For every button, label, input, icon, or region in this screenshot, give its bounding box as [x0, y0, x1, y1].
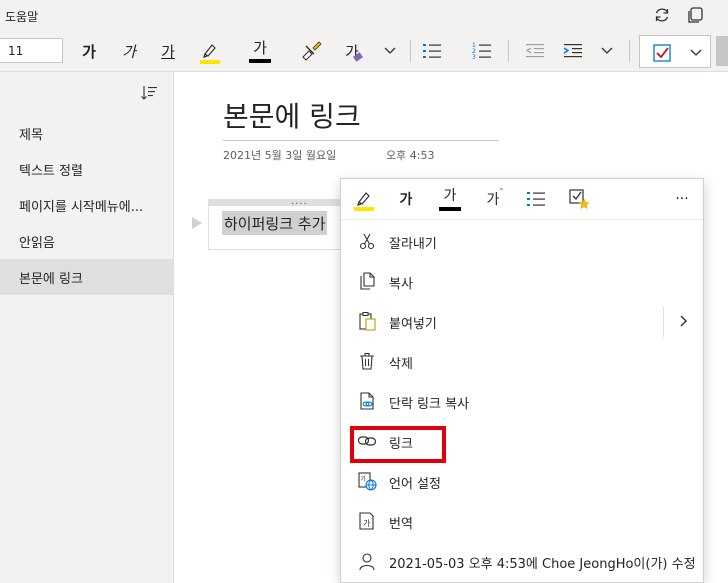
chevron-down-icon [690, 49, 702, 56]
menu-item-label: 붙여넣기 [389, 317, 437, 332]
copy-icon [360, 272, 375, 290]
annotation-highlight-box [350, 426, 446, 463]
underline-button[interactable]: 가 [157, 36, 179, 66]
ribbon-overflow-edge [716, 36, 728, 66]
menu-item-cut[interactable]: 잘라내기 [341, 221, 703, 261]
todo-checkbox-icon [653, 44, 671, 62]
font-color-button[interactable]: 가 [438, 185, 462, 213]
sync-icon[interactable] [652, 5, 672, 25]
scissors-icon [359, 233, 375, 250]
menu-item-label: 잘라내기 [389, 237, 437, 252]
menu-item-paste[interactable]: 붙여넣기 [341, 301, 703, 341]
highlight-pen-icon[interactable] [197, 36, 223, 66]
svg-text:가: 가 [363, 519, 371, 528]
chevron-down-icon[interactable] [382, 36, 398, 66]
page-item[interactable]: 페이지를 시작메뉴에... [0, 187, 173, 223]
ribbon-separator [629, 40, 630, 62]
menu-item-language[interactable]: 가 언어 설정 [341, 461, 703, 501]
font-color-bar [439, 206, 461, 211]
font-color-glyph: 가 [443, 187, 457, 204]
context-menu: 가 가 가 ⌃ ··· 잘라내기 복사 붙여넣기 삭제 단락 링크 복사 링크 … [340, 178, 704, 583]
title-divider [223, 140, 499, 141]
menu-item-translate[interactable]: 가 번역 [341, 501, 703, 541]
increase-indent-icon[interactable] [561, 36, 585, 66]
menu-item-copy[interactable]: 복사 [341, 261, 703, 301]
format-painter-icon[interactable] [300, 36, 324, 66]
numbered-list-icon[interactable]: 1 2 3 [470, 36, 494, 66]
bullet-list-icon[interactable] [420, 36, 444, 66]
menu-item-label: 2021-05-03 오후 4:53에 Choe JeongHo이(가) 수정 [389, 557, 696, 572]
page-item[interactable]: 안읽음 [0, 223, 173, 259]
highlight-pen-icon[interactable] [351, 185, 377, 213]
font-color-button[interactable]: 가 [248, 36, 272, 66]
page-date: 2021년 5월 3일 월요일 [223, 149, 337, 162]
clear-format-button[interactable]: 가 [340, 36, 364, 66]
tag-star-icon[interactable] [567, 185, 591, 213]
menu-item-label: 복사 [389, 277, 413, 292]
menu-divider [341, 219, 703, 220]
sort-icon[interactable] [140, 84, 158, 102]
bold-button[interactable]: 가 [396, 185, 416, 213]
menu-item-label: 삭제 [389, 357, 413, 372]
italic-button[interactable]: 가 [118, 36, 140, 66]
container-move-handle[interactable] [208, 199, 348, 206]
page-item[interactable]: 제목 [0, 115, 173, 151]
menu-item-copy-paragraph-link[interactable]: 단락 링크 복사 [341, 381, 703, 421]
menu-item-modified-by: 2021-05-03 오후 4:53에 Choe JeongHo이(가) 수정 [341, 541, 703, 581]
full-page-view-icon[interactable] [686, 5, 706, 25]
ribbon-toolbar: 11 가 가 가 가 가 1 2 3 [0, 30, 728, 72]
styles-button[interactable]: 가 ⌃ [480, 185, 506, 213]
menu-item-label: 언어 설정 [389, 477, 441, 492]
menu-item-label: 단락 링크 복사 [389, 397, 470, 412]
paragraph-handle-icon[interactable] [192, 217, 202, 229]
page-item[interactable]: 텍스트 정렬 [0, 151, 173, 187]
context-mini-toolbar: 가 가 가 ⌃ ··· [341, 179, 703, 219]
styles-arrows-icon: ⌃ [498, 187, 505, 196]
paste-icon [359, 312, 376, 331]
decrease-indent-icon[interactable] [523, 36, 547, 66]
selected-paragraph[interactable]: 하이퍼링크 추가 [222, 211, 328, 235]
menu-bar: 도움말 [0, 0, 728, 30]
bullet-list-icon[interactable] [524, 185, 548, 213]
language-icon: 가 [358, 472, 377, 491]
container-handle-dots: .... [291, 196, 308, 207]
font-size-input[interactable]: 11 [0, 38, 63, 63]
chevron-down-icon[interactable] [599, 36, 615, 66]
font-color-glyph: 가 [253, 39, 267, 57]
person-icon [359, 553, 375, 571]
translate-icon: 가 [359, 512, 374, 530]
svg-text:3: 3 [472, 54, 476, 61]
page-item-selected[interactable]: 본문에 링크 [0, 259, 173, 295]
ribbon-separator [410, 40, 411, 62]
help-menu[interactable]: 도움말 [5, 8, 38, 25]
font-color-bar [249, 59, 271, 63]
bold-button[interactable]: 가 [78, 36, 100, 66]
page-time: 오후 4:53 [386, 149, 435, 162]
submenu-separator [663, 307, 664, 337]
more-options-icon[interactable]: ··· [669, 185, 695, 213]
trash-icon [360, 352, 374, 370]
page-title[interactable]: 본문에 링크 [223, 95, 361, 135]
chevron-right-icon[interactable] [675, 313, 691, 329]
menu-item-delete[interactable]: 삭제 [341, 341, 703, 381]
todo-tag-dropdown[interactable] [639, 35, 711, 68]
ribbon-separator [508, 40, 509, 62]
paragraph-link-icon [360, 392, 374, 410]
svg-text:가: 가 [361, 475, 367, 483]
menu-item-label: 번역 [389, 517, 413, 532]
